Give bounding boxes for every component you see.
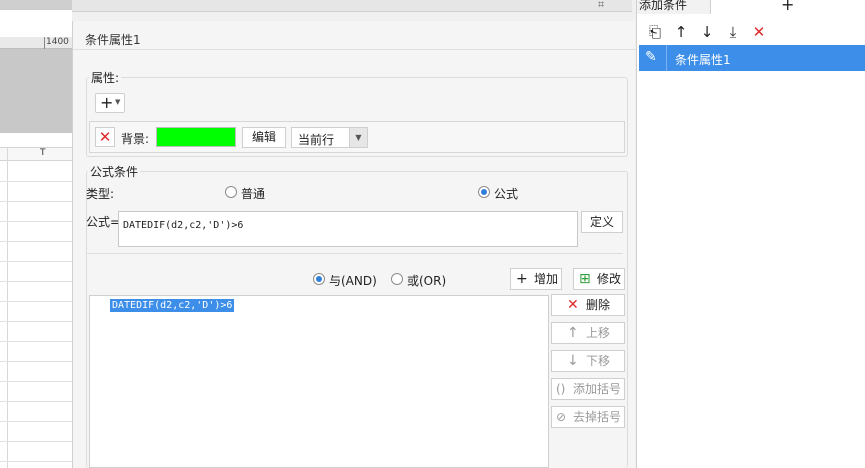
grid-line — [0, 341, 72, 342]
background-property-row: ✕ 背景: 编辑 当前行 ▼ — [89, 121, 625, 153]
delete-button[interactable]: ✕ 删除 — [551, 294, 625, 316]
condition-panel: 添加条件 + ⎗ ↑ ↓ ⤓ ✕ ✎ 条件属性1 — [636, 0, 865, 468]
grid-line — [0, 361, 72, 362]
arrow-down-icon: ↓ — [567, 353, 579, 369]
background-label: 背景: — [121, 132, 150, 146]
add-tab-button[interactable]: + — [710, 0, 865, 14]
formula-label: 公式= — [86, 215, 121, 229]
column-header[interactable]: T — [0, 147, 72, 161]
logic-and-label[interactable]: 与(AND) — [329, 272, 377, 289]
add-property-dropdown[interactable]: + ▼ — [95, 93, 125, 113]
condition-property-dialog: 条件属性1 属性: + ▼ ✕ 背景: 编辑 当前行 ▼ 公式条件 类型: 普通… — [72, 21, 636, 468]
tab-add-condition[interactable]: 添加条件 — [639, 0, 687, 13]
remove-bracket-button[interactable]: ⊘ 去掉括号 — [551, 406, 625, 428]
edit-table-icon: ⊞ — [579, 271, 591, 287]
condition-list[interactable]: DATEDIF(d2,c2,'D')>6 — [89, 295, 549, 468]
pencil-icon: ✎ — [645, 49, 657, 65]
grid-line — [0, 261, 72, 262]
define-button[interactable]: 定义 — [581, 211, 623, 233]
top-tab-strip — [72, 0, 632, 12]
grid-line — [7, 147, 8, 468]
condition-item-label: 条件属性1 — [675, 53, 731, 67]
background-tab-strip — [0, 0, 72, 10]
close-icon: ✕ — [98, 128, 112, 146]
grid-line — [0, 461, 72, 462]
grid-line — [0, 421, 72, 422]
move-down-label: 下移 — [586, 354, 611, 368]
arrow-down-icon[interactable]: ↓ — [698, 23, 716, 41]
move-bottom-icon[interactable]: ⤓ — [724, 23, 742, 41]
plus-icon: + — [100, 93, 114, 112]
column-header-label: T — [40, 148, 46, 158]
grid-line — [0, 181, 72, 182]
add-condition-button[interactable]: + 增加 — [510, 268, 562, 290]
formula-input[interactable]: DATEDIF(d2,c2,'D')>6 — [118, 211, 578, 247]
divider — [666, 45, 667, 71]
background-color-swatch[interactable] — [156, 127, 236, 147]
move-down-button[interactable]: ↓ 下移 — [551, 350, 625, 372]
type-formula-label[interactable]: 公式 — [494, 185, 518, 202]
grid-line — [0, 301, 72, 302]
copy-icon[interactable]: ⎗ — [646, 23, 664, 41]
background-spreadsheet: 1400 T — [0, 0, 72, 468]
chevron-down-icon[interactable]: ▼ — [349, 128, 367, 147]
scope-select-value: 当前行 — [298, 133, 335, 147]
grid-line — [0, 321, 72, 322]
delete-icon[interactable]: ✕ — [750, 23, 768, 41]
grid-line — [0, 381, 72, 382]
bracket-icon: () — [556, 382, 566, 396]
scope-select[interactable]: 当前行 ▼ — [291, 127, 368, 148]
remove-property-button[interactable]: ✕ — [95, 127, 115, 147]
add-bracket-button[interactable]: () 添加括号 — [551, 378, 625, 400]
logic-or-label[interactable]: 或(OR) — [407, 272, 446, 289]
grid-line — [0, 201, 72, 202]
condition-toolbar: ⎗ ↑ ↓ ⤓ ✕ — [637, 20, 865, 45]
type-label: 类型: — [86, 187, 115, 201]
remove-bracket-label: 去掉括号 — [573, 410, 622, 424]
close-icon: ✕ — [567, 297, 579, 313]
grid-line — [0, 441, 72, 442]
condition-panel-tabs: 添加条件 + — [637, 0, 865, 14]
plus-icon: + — [781, 0, 795, 14]
grid-icon[interactable]: ⌗ — [598, 0, 614, 12]
formula-input-value: DATEDIF(d2,c2,'D')>6 — [123, 220, 244, 231]
type-normal-radio[interactable] — [225, 186, 237, 198]
logic-or-radio[interactable] — [391, 273, 403, 285]
delete-label: 删除 — [586, 298, 611, 312]
grid-line — [0, 241, 72, 242]
ruler-tick — [44, 37, 45, 49]
edit-background-button[interactable]: 编辑 — [242, 127, 286, 148]
formula-condition-group-label: 公式条件 — [88, 163, 141, 180]
move-up-button[interactable]: ↑ 上移 — [551, 322, 625, 344]
divider — [86, 253, 623, 254]
ruler-label: 1400 — [46, 37, 69, 47]
modify-condition-button[interactable]: ⊞ 修改 — [573, 268, 625, 290]
condition-list-item[interactable]: ✎ 条件属性1 — [639, 45, 865, 71]
list-item[interactable]: DATEDIF(d2,c2,'D')>6 — [110, 299, 235, 312]
add-condition-label: 增加 — [534, 272, 559, 286]
grid-line — [0, 401, 72, 402]
caret-down-icon: ▼ — [115, 98, 121, 106]
sheet-gray-area — [0, 49, 72, 133]
move-up-label: 上移 — [586, 326, 611, 340]
plus-icon: + — [516, 271, 528, 287]
dialog-title: 条件属性1 — [85, 33, 141, 47]
arrow-up-icon: ↑ — [567, 325, 579, 341]
modify-condition-label: 修改 — [597, 272, 622, 286]
logic-and-radio[interactable] — [313, 273, 325, 285]
type-formula-radio[interactable] — [478, 186, 490, 198]
arrow-up-icon[interactable]: ↑ — [672, 23, 690, 41]
column-ruler: 1400 — [0, 37, 72, 49]
add-bracket-label: 添加括号 — [573, 382, 622, 396]
remove-bracket-icon: ⊘ — [556, 410, 567, 424]
grid-line — [0, 281, 72, 282]
grid-line — [0, 221, 72, 222]
properties-group-label: 属性: — [89, 69, 122, 86]
divider — [73, 49, 636, 50]
type-normal-label[interactable]: 普通 — [241, 185, 265, 202]
